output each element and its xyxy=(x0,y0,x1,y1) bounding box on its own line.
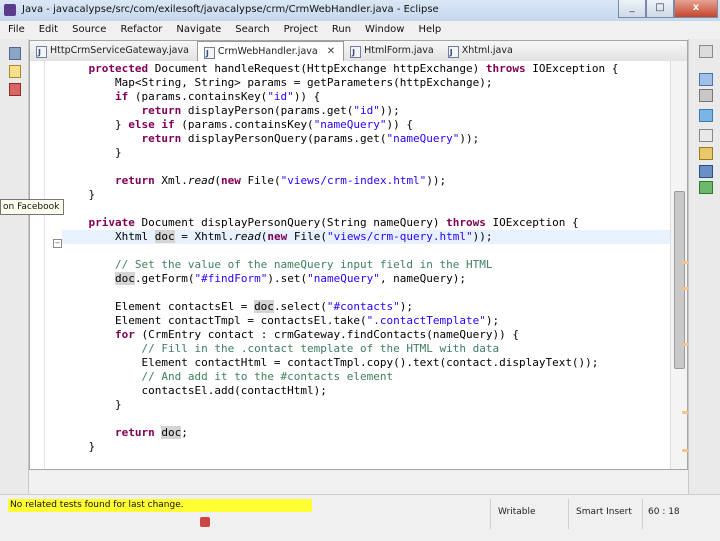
maximize-button[interactable]: □ xyxy=(646,0,674,18)
status-message: No related tests found for last change. xyxy=(8,499,312,512)
tab-crmwebhandler[interactable]: CrmWebHandler.java ✕ xyxy=(196,41,345,64)
java-file-icon xyxy=(36,43,47,63)
code-line: // And add it to the #contacts element xyxy=(141,370,394,383)
outline-icon[interactable] xyxy=(699,73,713,86)
menu-search[interactable]: Search xyxy=(227,21,275,39)
annotation-ruler xyxy=(30,61,45,469)
code-line: private Document displayPersonQuery(Stri… xyxy=(88,216,579,229)
tab-label: Xhtml.java xyxy=(461,45,513,56)
menu-source[interactable]: Source xyxy=(64,21,112,39)
junit-icon[interactable] xyxy=(699,181,713,194)
warning-icon[interactable] xyxy=(200,517,210,527)
status-separator xyxy=(490,499,491,529)
minimize-view-icon[interactable] xyxy=(699,45,713,58)
current-code-line: Xhtml doc = Xhtml.read(new File("views/c… xyxy=(62,230,670,244)
code-line: } xyxy=(62,188,96,201)
tab-xhtml[interactable]: Xhtml.java xyxy=(442,41,521,63)
tab-htmlform[interactable]: HtmlForm.java xyxy=(344,41,442,63)
fold-icon[interactable]: − xyxy=(53,239,62,248)
menu-navigate[interactable]: Navigate xyxy=(168,21,227,39)
code-line: protected Document handleRequest(HttpExc… xyxy=(88,62,619,75)
close-tab-icon[interactable]: ✕ xyxy=(327,46,335,57)
window-title: Java - javacalypse/src/com/exilesoft/jav… xyxy=(22,4,439,15)
java-file-icon xyxy=(350,43,362,63)
menu-file[interactable]: File xyxy=(0,21,31,39)
code-line: return Xml.read(new File("views/crm-inde… xyxy=(114,174,447,187)
code-line: Element contactsEl = doc.select("#contac… xyxy=(62,300,414,313)
javadoc-icon[interactable] xyxy=(699,129,713,142)
code-line: return displayPersonQuery(params.get("na… xyxy=(141,132,480,145)
tab-httpcrmservicegateway[interactable]: HttpCrmServiceGateway.java xyxy=(30,41,197,63)
code-editor: HttpCrmServiceGateway.java CrmWebHandler… xyxy=(29,40,688,470)
code-line: doc.getForm("#findForm").set("nameQuery"… xyxy=(114,272,467,285)
help-icon[interactable] xyxy=(699,109,713,122)
problems-icon[interactable] xyxy=(9,83,21,96)
window-controls: _ □ x xyxy=(618,0,718,18)
code-line: return displayPerson(params.get("id")); xyxy=(141,104,400,117)
menu-help[interactable]: Help xyxy=(410,21,447,39)
code-line: Map<String, String> params = getParamete… xyxy=(62,76,493,89)
status-cursor-position: 60 : 18 xyxy=(648,507,680,517)
menu-bar: File Edit Source Refactor Navigate Searc… xyxy=(0,21,720,39)
tab-label: HtmlForm.java xyxy=(364,45,434,56)
java-file-icon xyxy=(203,44,215,64)
code-line: for (CrmEntry contact : crmGateway.findC… xyxy=(114,328,519,341)
status-insert-mode: Smart Insert xyxy=(576,507,632,517)
overview-ruler xyxy=(682,61,688,469)
close-button[interactable]: x xyxy=(674,0,718,18)
editor-tabs: HttpCrmServiceGateway.java CrmWebHandler… xyxy=(30,41,687,64)
code-line: // Set the value of the nameQuery input … xyxy=(114,258,493,271)
menu-project[interactable]: Project xyxy=(276,21,324,39)
status-separator xyxy=(568,499,569,529)
code-area[interactable]: − protected Document handleRequest(HttpE… xyxy=(30,61,670,469)
package-explorer-icon[interactable] xyxy=(9,65,21,78)
menu-refactor[interactable]: Refactor xyxy=(112,21,168,39)
right-toolbar xyxy=(688,39,720,504)
title-bar: Java - javacalypse/src/com/exilesoft/jav… xyxy=(0,0,720,22)
java-file-icon xyxy=(447,43,459,63)
menu-run[interactable]: Run xyxy=(324,21,357,39)
code-line: } xyxy=(62,146,122,159)
code-line: Element contactTmpl = contactsEl.take(".… xyxy=(62,314,500,327)
status-bar: No related tests found for last change. … xyxy=(0,494,720,541)
left-toolbar xyxy=(0,39,29,504)
vertical-scrollbar[interactable] xyxy=(670,61,687,469)
code-line: contactsEl.add(contactHtml); xyxy=(62,384,327,397)
search-view-icon[interactable] xyxy=(699,147,713,160)
facebook-tooltip: on Facebook xyxy=(0,199,65,215)
code-line: Element contactHtml = contactTmpl.copy()… xyxy=(62,356,599,369)
code-line: if (params.containsKey("id")) { xyxy=(114,90,321,103)
menu-window[interactable]: Window xyxy=(357,21,410,39)
code-line: // Fill in the .contact template of the … xyxy=(141,342,500,355)
eclipse-app-icon xyxy=(4,4,16,16)
code-line: } else if (params.containsKey("nameQuery… xyxy=(62,118,414,131)
minimize-button[interactable]: _ xyxy=(618,0,646,18)
code-line: } xyxy=(62,440,96,453)
menu-edit[interactable]: Edit xyxy=(31,21,64,39)
tab-label: HttpCrmServiceGateway.java xyxy=(50,45,189,56)
status-writable: Writable xyxy=(498,507,536,517)
restore-view-icon[interactable] xyxy=(9,47,21,60)
status-separator xyxy=(642,499,643,529)
task-list-icon[interactable] xyxy=(699,89,713,102)
code-line: return doc; xyxy=(114,426,188,439)
tab-label: CrmWebHandler.java xyxy=(217,46,318,57)
code-line: } xyxy=(62,398,122,411)
console-icon[interactable] xyxy=(699,165,713,178)
